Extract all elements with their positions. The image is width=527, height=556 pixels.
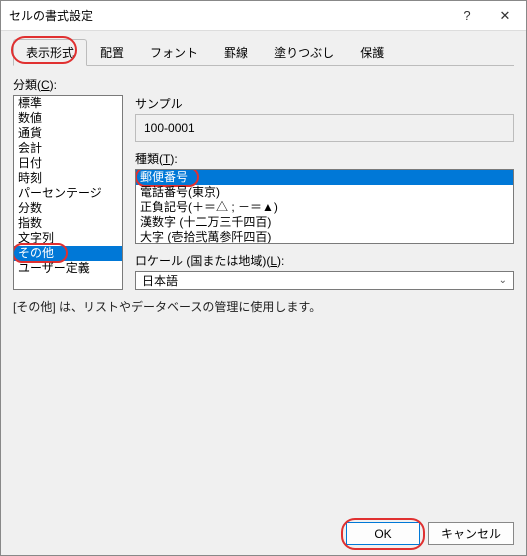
spacer bbox=[13, 315, 514, 510]
list-item[interactable]: 時刻 bbox=[14, 171, 122, 186]
tab-protection[interactable]: 保護 bbox=[347, 39, 397, 66]
tab-label: 保護 bbox=[360, 46, 384, 60]
body-area: 標準 数値 通貨 会計 日付 時刻 パーセンテージ 分数 指数 文字列 その他 … bbox=[13, 95, 514, 290]
ok-button[interactable]: OK bbox=[346, 522, 420, 545]
list-item-label: その他 bbox=[18, 246, 54, 260]
tab-font[interactable]: フォント bbox=[137, 39, 211, 66]
dialog-cell-format: セルの書式設定 ? ✕ 表示形式 配置 フォント 罫線 塗りつぶし 保護 分類(… bbox=[0, 0, 527, 556]
type-item[interactable]: 電話番号(東京) bbox=[136, 185, 513, 200]
tab-fill[interactable]: 塗りつぶし bbox=[261, 39, 347, 66]
list-item-other[interactable]: その他 bbox=[14, 246, 122, 261]
description-text: [その他] は、リストやデータベースの管理に使用します。 bbox=[13, 298, 514, 315]
locale-value: 日本語 bbox=[142, 272, 178, 289]
sample-label: サンプル bbox=[135, 95, 514, 112]
chevron-down-icon: ⌄ bbox=[499, 275, 507, 286]
type-item[interactable]: 漢数字 (十二万三千四百) bbox=[136, 215, 513, 230]
type-item[interactable]: 正負記号(＋＝△ ; －＝▲) bbox=[136, 200, 513, 215]
list-item[interactable]: ユーザー定義 bbox=[14, 261, 122, 276]
type-item-postal[interactable]: 郵便番号 bbox=[136, 170, 513, 185]
sample-box: 100-0001 bbox=[135, 114, 514, 142]
footer: OK キャンセル bbox=[13, 522, 514, 545]
tab-alignment[interactable]: 配置 bbox=[87, 39, 137, 66]
list-item[interactable]: パーセンテージ bbox=[14, 186, 122, 201]
tab-strip: 表示形式 配置 フォント 罫線 塗りつぶし 保護 bbox=[13, 39, 514, 66]
list-item[interactable]: 日付 bbox=[14, 156, 122, 171]
tab-border[interactable]: 罫線 bbox=[211, 39, 261, 66]
list-item[interactable]: 通貨 bbox=[14, 126, 122, 141]
list-item[interactable]: 指数 bbox=[14, 216, 122, 231]
help-button[interactable]: ? bbox=[448, 2, 486, 30]
list-item[interactable]: 文字列 bbox=[14, 231, 122, 246]
list-item[interactable]: 分数 bbox=[14, 201, 122, 216]
client-area: 表示形式 配置 フォント 罫線 塗りつぶし 保護 分類(C): 標準 数値 通貨… bbox=[1, 31, 526, 555]
dialog-title: セルの書式設定 bbox=[9, 7, 448, 24]
type-listbox[interactable]: 郵便番号 電話番号(東京) 正負記号(＋＝△ ; －＝▲) 漢数字 (十二万三千… bbox=[135, 169, 514, 244]
tab-label: フォント bbox=[150, 46, 198, 60]
tab-number-format[interactable]: 表示形式 bbox=[13, 39, 87, 66]
close-button[interactable]: ✕ bbox=[486, 2, 524, 30]
sample-value: 100-0001 bbox=[144, 121, 195, 135]
button-label: OK bbox=[374, 527, 391, 541]
tab-label: 罫線 bbox=[224, 46, 248, 60]
tab-label: 配置 bbox=[100, 46, 124, 60]
right-pane: サンプル 100-0001 種類(T): 郵便番号 電話番号(東京) 正負記号(… bbox=[135, 95, 514, 290]
cancel-button[interactable]: キャンセル bbox=[428, 522, 514, 545]
button-label: キャンセル bbox=[441, 525, 501, 542]
category-label: 分類(C): bbox=[13, 76, 514, 93]
type-item[interactable]: 大字 (壱拾弐萬参阡四百) bbox=[136, 230, 513, 244]
tab-label: 塗りつぶし bbox=[274, 46, 334, 60]
list-item[interactable]: 数値 bbox=[14, 111, 122, 126]
help-icon: ? bbox=[463, 8, 470, 23]
list-item[interactable]: 会計 bbox=[14, 141, 122, 156]
locale-label: ロケール (国または地域)(L): bbox=[135, 252, 514, 269]
type-label: 種類(T): bbox=[135, 150, 514, 167]
close-icon: ✕ bbox=[500, 8, 511, 24]
type-item-label: 郵便番号 bbox=[140, 170, 188, 184]
tab-label: 表示形式 bbox=[26, 46, 74, 60]
category-listbox[interactable]: 標準 数値 通貨 会計 日付 時刻 パーセンテージ 分数 指数 文字列 その他 … bbox=[13, 95, 123, 290]
list-item[interactable]: 標準 bbox=[14, 96, 122, 111]
locale-combobox[interactable]: 日本語 ⌄ bbox=[135, 271, 514, 290]
titlebar: セルの書式設定 ? ✕ bbox=[1, 1, 526, 31]
